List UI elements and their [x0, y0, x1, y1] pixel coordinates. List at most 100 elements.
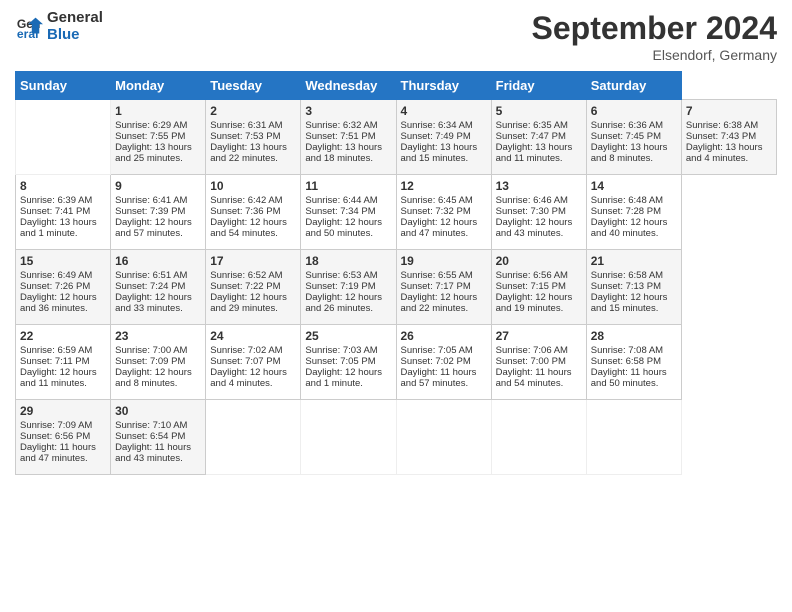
col-monday: Monday [111, 72, 206, 100]
calendar-day-cell: 5 Sunrise: 6:35 AM Sunset: 7:47 PM Dayli… [491, 100, 586, 175]
location: Elsendorf, Germany [532, 47, 777, 63]
sunset: Sunset: 7:32 PM [401, 206, 471, 217]
logo-text-line2: Blue [47, 27, 103, 44]
calendar-day-cell [491, 400, 586, 475]
sunrise: Sunrise: 7:09 AM [20, 420, 92, 431]
sunrise: Sunrise: 6:36 AM [591, 120, 663, 131]
sunrise: Sunrise: 6:32 AM [305, 120, 377, 131]
calendar-week-row: 1 Sunrise: 6:29 AM Sunset: 7:55 PM Dayli… [16, 100, 777, 175]
daylight: Daylight: 12 hours and 15 minutes. [591, 292, 668, 314]
day-number: 6 [591, 104, 677, 118]
sunset: Sunset: 7:02 PM [401, 356, 471, 367]
sunset: Sunset: 7:19 PM [305, 281, 375, 292]
calendar-day-cell: 17 Sunrise: 6:52 AM Sunset: 7:22 PM Dayl… [206, 250, 301, 325]
day-number: 23 [115, 329, 201, 343]
sunrise: Sunrise: 7:06 AM [496, 345, 568, 356]
sunrise: Sunrise: 6:41 AM [115, 195, 187, 206]
day-number: 3 [305, 104, 391, 118]
calendar-day-cell: 29 Sunrise: 7:09 AM Sunset: 6:56 PM Dayl… [16, 400, 111, 475]
calendar-day-cell: 11 Sunrise: 6:44 AM Sunset: 7:34 PM Dayl… [301, 175, 396, 250]
calendar-day-cell [586, 400, 681, 475]
calendar-day-cell: 28 Sunrise: 7:08 AM Sunset: 6:58 PM Dayl… [586, 325, 681, 400]
day-number: 27 [496, 329, 582, 343]
sunset: Sunset: 7:43 PM [686, 131, 756, 142]
daylight: Daylight: 12 hours and 36 minutes. [20, 292, 97, 314]
calendar-week-row: 15 Sunrise: 6:49 AM Sunset: 7:26 PM Dayl… [16, 250, 777, 325]
daylight: Daylight: 11 hours and 47 minutes. [20, 442, 96, 464]
sunset: Sunset: 7:24 PM [115, 281, 185, 292]
sunrise: Sunrise: 6:49 AM [20, 270, 92, 281]
calendar-day-cell [301, 400, 396, 475]
sunset: Sunset: 6:56 PM [20, 431, 90, 442]
day-number: 4 [401, 104, 487, 118]
daylight: Daylight: 12 hours and 11 minutes. [20, 367, 97, 389]
sunrise: Sunrise: 7:10 AM [115, 420, 187, 431]
day-number: 9 [115, 179, 201, 193]
sunrise: Sunrise: 6:48 AM [591, 195, 663, 206]
col-thursday: Thursday [396, 72, 491, 100]
sunrise: Sunrise: 6:56 AM [496, 270, 568, 281]
daylight: Daylight: 12 hours and 8 minutes. [115, 367, 192, 389]
sunrise: Sunrise: 6:55 AM [401, 270, 473, 281]
calendar-day-cell: 10 Sunrise: 6:42 AM Sunset: 7:36 PM Dayl… [206, 175, 301, 250]
col-sunday: Sunday [16, 72, 111, 100]
daylight: Daylight: 12 hours and 26 minutes. [305, 292, 382, 314]
calendar-day-cell [206, 400, 301, 475]
day-number: 14 [591, 179, 677, 193]
calendar-day-cell [396, 400, 491, 475]
calendar-day-cell: 22 Sunrise: 6:59 AM Sunset: 7:11 PM Dayl… [16, 325, 111, 400]
calendar-day-cell: 23 Sunrise: 7:00 AM Sunset: 7:09 PM Dayl… [111, 325, 206, 400]
day-number: 28 [591, 329, 677, 343]
sunrise: Sunrise: 6:51 AM [115, 270, 187, 281]
daylight: Daylight: 13 hours and 4 minutes. [686, 142, 763, 164]
sunset: Sunset: 7:05 PM [305, 356, 375, 367]
sunrise: Sunrise: 7:00 AM [115, 345, 187, 356]
calendar-table: Sunday Monday Tuesday Wednesday Thursday… [15, 71, 777, 475]
day-number: 12 [401, 179, 487, 193]
calendar-week-row: 8 Sunrise: 6:39 AM Sunset: 7:41 PM Dayli… [16, 175, 777, 250]
daylight: Daylight: 13 hours and 11 minutes. [496, 142, 573, 164]
sunset: Sunset: 7:00 PM [496, 356, 566, 367]
sunset: Sunset: 7:30 PM [496, 206, 566, 217]
sunset: Sunset: 7:49 PM [401, 131, 471, 142]
sunset: Sunset: 7:28 PM [591, 206, 661, 217]
day-number: 30 [115, 404, 201, 418]
sunrise: Sunrise: 6:38 AM [686, 120, 758, 131]
col-friday: Friday [491, 72, 586, 100]
daylight: Daylight: 12 hours and 4 minutes. [210, 367, 287, 389]
sunset: Sunset: 7:34 PM [305, 206, 375, 217]
day-number: 15 [20, 254, 106, 268]
sunrise: Sunrise: 6:29 AM [115, 120, 187, 131]
daylight: Daylight: 11 hours and 50 minutes. [591, 367, 667, 389]
sunrise: Sunrise: 6:34 AM [401, 120, 473, 131]
sunrise: Sunrise: 7:05 AM [401, 345, 473, 356]
calendar-day-cell: 19 Sunrise: 6:55 AM Sunset: 7:17 PM Dayl… [396, 250, 491, 325]
day-number: 18 [305, 254, 391, 268]
daylight: Daylight: 11 hours and 57 minutes. [401, 367, 477, 389]
sunrise: Sunrise: 6:53 AM [305, 270, 377, 281]
sunrise: Sunrise: 6:46 AM [496, 195, 568, 206]
daylight: Daylight: 12 hours and 19 minutes. [496, 292, 573, 314]
sunset: Sunset: 7:09 PM [115, 356, 185, 367]
daylight: Daylight: 12 hours and 57 minutes. [115, 217, 192, 239]
calendar-header-row: Sunday Monday Tuesday Wednesday Thursday… [16, 72, 777, 100]
sunset: Sunset: 7:39 PM [115, 206, 185, 217]
sunset: Sunset: 7:45 PM [591, 131, 661, 142]
sunrise: Sunrise: 6:44 AM [305, 195, 377, 206]
daylight: Daylight: 12 hours and 22 minutes. [401, 292, 478, 314]
sunset: Sunset: 6:58 PM [591, 356, 661, 367]
day-number: 29 [20, 404, 106, 418]
calendar-day-cell: 6 Sunrise: 6:36 AM Sunset: 7:45 PM Dayli… [586, 100, 681, 175]
calendar-day-cell: 13 Sunrise: 6:46 AM Sunset: 7:30 PM Dayl… [491, 175, 586, 250]
day-number: 2 [210, 104, 296, 118]
calendar-day-cell: 15 Sunrise: 6:49 AM Sunset: 7:26 PM Dayl… [16, 250, 111, 325]
sunset: Sunset: 7:07 PM [210, 356, 280, 367]
day-number: 21 [591, 254, 677, 268]
sunrise: Sunrise: 7:08 AM [591, 345, 663, 356]
day-number: 5 [496, 104, 582, 118]
sunrise: Sunrise: 6:59 AM [20, 345, 92, 356]
daylight: Daylight: 12 hours and 29 minutes. [210, 292, 287, 314]
calendar-day-cell: 2 Sunrise: 6:31 AM Sunset: 7:53 PM Dayli… [206, 100, 301, 175]
daylight: Daylight: 12 hours and 33 minutes. [115, 292, 192, 314]
sunrise: Sunrise: 6:58 AM [591, 270, 663, 281]
